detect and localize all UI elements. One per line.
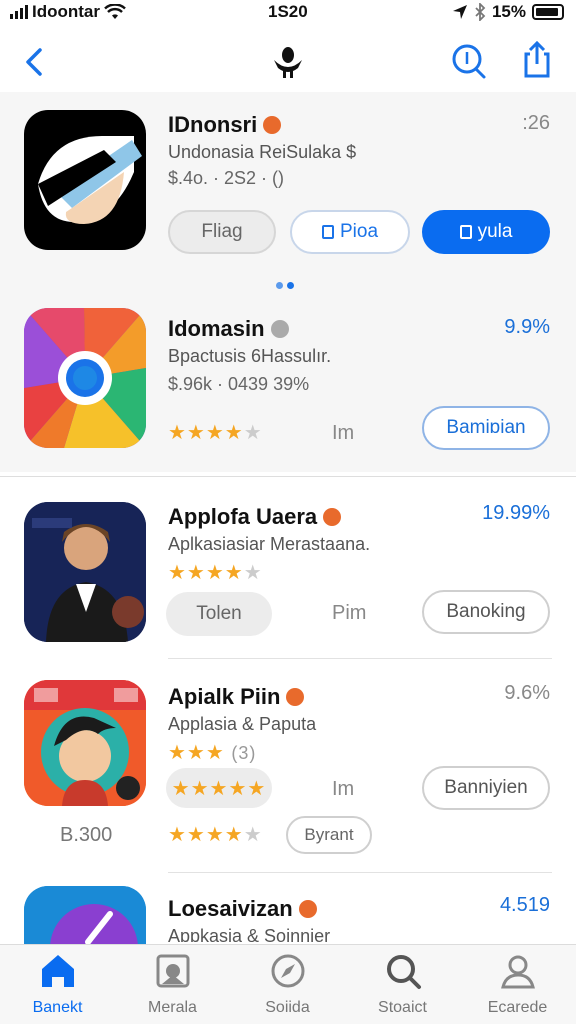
tab-media[interactable]: Merala	[115, 951, 230, 1017]
badge-icon	[263, 116, 282, 134]
square-icon	[321, 225, 334, 239]
app-name: IDnonsri	[168, 112, 282, 138]
app-subtitle: Bpactusis 6Hassulır.	[168, 346, 332, 366]
carrier: Idoontar	[10, 2, 126, 22]
battery-percent: 15%	[491, 2, 526, 21]
app-subtitle: Undonasia ReiSulaka $	[168, 142, 357, 162]
get-button[interactable]: Banoking	[422, 590, 550, 634]
app-size: Im	[332, 778, 355, 800]
app-icon[interactable]	[24, 886, 146, 944]
star-rating: ★★★★★	[168, 422, 263, 444]
tab-explore[interactable]: Soiida	[230, 951, 345, 1017]
app-size: Pim	[332, 602, 367, 624]
compass-icon	[271, 954, 304, 988]
app-value: 4.519	[499, 894, 550, 916]
app-value: 19.99%	[482, 502, 550, 524]
gallery-icon	[156, 954, 189, 988]
chevron-left-icon[interactable]	[20, 42, 50, 82]
search-icon	[386, 955, 421, 989]
app-icon[interactable]	[24, 110, 146, 250]
clock: 1S20	[268, 2, 308, 21]
tab-today[interactable]: Banekt	[0, 951, 115, 1017]
badge-icon	[298, 900, 317, 918]
app-meta: $.4o. · 2S2 · ()	[168, 168, 285, 188]
app-name: Idomasin	[168, 316, 289, 342]
tag-chip[interactable]: Tolen	[166, 592, 272, 636]
battery-icon	[532, 4, 564, 20]
star-rating: ★★★ (3)	[168, 742, 257, 764]
get-button[interactable]: Banniyien	[422, 766, 550, 810]
status-right: 15%	[452, 2, 564, 22]
app-name: Loesaivizan	[168, 896, 317, 922]
star-rating: ★★★★★	[168, 824, 263, 846]
divider	[168, 658, 552, 659]
wifi-icon	[104, 4, 126, 19]
signal-icon	[10, 5, 28, 19]
app-subtitle: Applasia & Paputa	[168, 714, 317, 734]
app-icon[interactable]	[24, 680, 146, 806]
square-icon	[459, 225, 472, 239]
app-icon[interactable]	[24, 502, 146, 642]
home-icon	[41, 955, 74, 987]
star-rating: ★★★★★	[168, 562, 263, 584]
location-icon	[452, 5, 467, 19]
flag-button[interactable]: Fliag	[168, 210, 276, 254]
get-button[interactable]: yula	[422, 210, 550, 254]
app-icon[interactable]	[24, 308, 146, 448]
share-icon[interactable]	[518, 40, 556, 80]
status-bar: Idoontar 1S20 15%	[0, 0, 576, 26]
app-name: Apialk Piin	[168, 684, 305, 710]
app-subtitle: Appkasia & Soinnier	[168, 926, 331, 942]
app-subtitle: Aplkasiasiar Merastaana.	[168, 534, 371, 554]
bluetooth-icon	[475, 3, 486, 21]
app-value: :26	[522, 112, 550, 134]
rating-chip[interactable]: ★★★★★	[166, 768, 272, 808]
nav-bar	[0, 36, 576, 86]
app-value: 9.6%	[504, 682, 550, 704]
divider	[168, 872, 552, 873]
tag-chip[interactable]: Byrant	[286, 816, 372, 854]
tab-profile[interactable]: Ecarede	[460, 951, 575, 1017]
search-icon[interactable]	[450, 40, 488, 80]
badge-icon	[323, 508, 342, 526]
secondary-button[interactable]: Pioa	[290, 210, 410, 254]
app-logo-icon	[274, 47, 302, 78]
app-size: Im	[332, 422, 355, 444]
badge-icon	[286, 688, 305, 706]
app-meta: $.96k · 0439 39%	[168, 374, 310, 394]
tab-search[interactable]: Stoaict	[345, 951, 460, 1017]
price-label: B.300	[60, 824, 113, 846]
carrier-name: Idoontar	[32, 2, 100, 21]
tab-bar: Banekt Merala Soiida Stoaict Ecarede	[0, 944, 576, 1024]
app-value: 9.9%	[504, 316, 550, 338]
divider	[0, 476, 576, 477]
get-button[interactable]: Bamiɒian	[422, 406, 550, 450]
app-name: Applofa Uaera	[168, 504, 342, 530]
person-icon	[500, 955, 535, 989]
page-indicator	[276, 282, 294, 289]
badge-icon	[270, 320, 289, 338]
